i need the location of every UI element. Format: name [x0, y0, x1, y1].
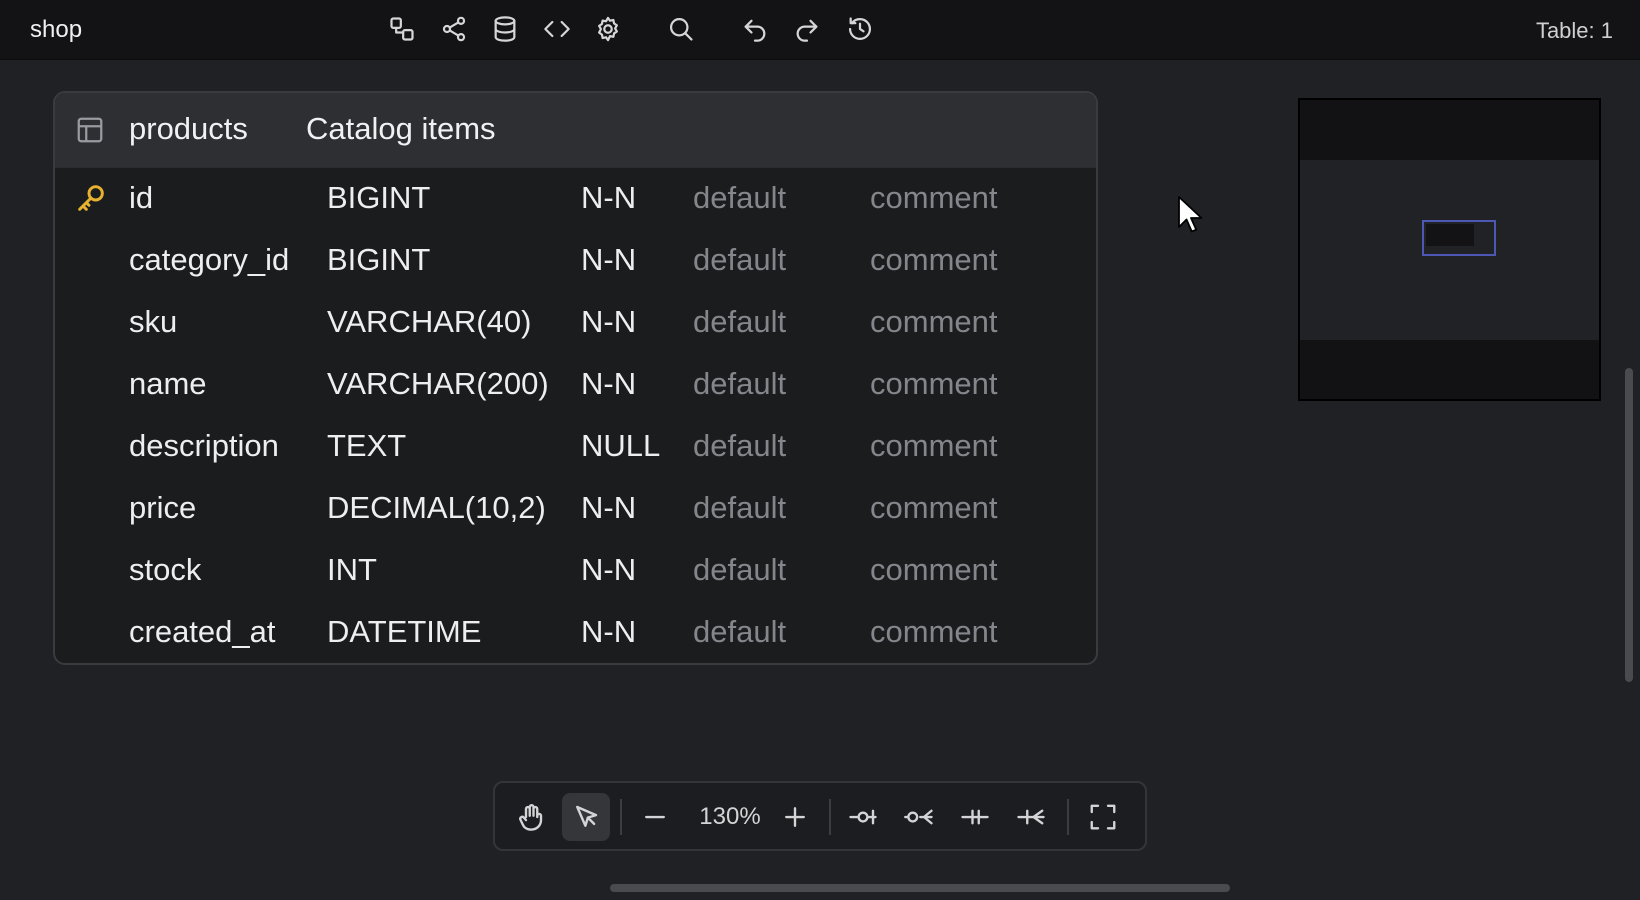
column-name[interactable]: description: [129, 428, 279, 464]
table-comment[interactable]: Catalog items: [306, 111, 496, 147]
column-comment[interactable]: comment: [870, 490, 997, 526]
canvas-toolbar: 130%: [493, 781, 1147, 851]
column-comment[interactable]: comment: [870, 366, 997, 402]
column-type[interactable]: DECIMAL(10,2): [327, 490, 546, 526]
settings-icon[interactable]: [591, 12, 625, 46]
column-default[interactable]: default: [693, 304, 786, 340]
hand-icon: [519, 803, 543, 831]
column-type[interactable]: TEXT: [327, 428, 406, 464]
relation-one-or-zero-button[interactable]: [839, 793, 887, 841]
column-default[interactable]: default: [693, 614, 786, 650]
column-default[interactable]: default: [693, 366, 786, 402]
pointer-icon: [576, 805, 598, 827]
code-icon[interactable]: [540, 12, 574, 46]
table-header[interactable]: products Catalog items: [55, 93, 1096, 168]
minimap-viewport[interactable]: [1422, 220, 1496, 256]
column-name[interactable]: price: [129, 490, 196, 526]
column-name[interactable]: category_id: [129, 242, 289, 278]
table-row[interactable]: category_id BIGINT N-N default comment: [55, 229, 1096, 291]
column-default[interactable]: default: [693, 552, 786, 588]
toolbar-divider: [1067, 799, 1069, 835]
table-row[interactable]: price DECIMAL(10,2) N-N default comment: [55, 477, 1096, 539]
column-nullability[interactable]: N-N: [581, 180, 636, 216]
relation-zero-one-icon: [849, 809, 877, 825]
column-name[interactable]: id: [129, 180, 153, 216]
share-icon[interactable]: [437, 12, 471, 46]
column-type[interactable]: BIGINT: [327, 242, 430, 278]
column-nullability[interactable]: N-N: [581, 614, 636, 650]
database-icon[interactable]: [488, 12, 522, 46]
diagram-icon[interactable]: [385, 12, 419, 46]
zoom-level[interactable]: 130%: [695, 803, 765, 831]
column-comment[interactable]: comment: [870, 428, 997, 464]
column-type[interactable]: VARCHAR(40): [327, 304, 531, 340]
relation-one-one-icon: [961, 809, 989, 825]
column-comment[interactable]: comment: [870, 552, 997, 588]
primary-key-icon: [75, 182, 107, 214]
mouse-cursor-icon: [1176, 194, 1206, 236]
column-default[interactable]: default: [693, 490, 786, 526]
relation-one-many-icon: [1017, 809, 1045, 825]
vertical-scrollbar[interactable]: [1625, 368, 1633, 682]
column-name[interactable]: created_at: [129, 614, 276, 650]
table-name[interactable]: products: [129, 111, 248, 147]
table-row[interactable]: id BIGINT N-N default comment: [55, 167, 1096, 229]
horizontal-scrollbar[interactable]: [610, 884, 1230, 892]
table-row[interactable]: stock INT N-N default comment: [55, 539, 1096, 601]
column-comment[interactable]: comment: [870, 614, 997, 650]
table-row[interactable]: name VARCHAR(200) N-N default comment: [55, 353, 1096, 415]
column-nullability[interactable]: N-N: [581, 366, 636, 402]
table-count: Table: 1: [1535, 18, 1613, 43]
column-nullability[interactable]: N-N: [581, 304, 636, 340]
fullscreen-button[interactable]: [1079, 793, 1127, 841]
fullscreen-icon: [1090, 804, 1116, 830]
select-tool-button[interactable]: [562, 793, 610, 841]
column-default[interactable]: default: [693, 180, 786, 216]
column-name[interactable]: sku: [129, 304, 177, 340]
column-nullability[interactable]: NULL: [581, 428, 660, 464]
column-default[interactable]: default: [693, 242, 786, 278]
column-type[interactable]: DATETIME: [327, 614, 481, 650]
table-row[interactable]: sku VARCHAR(40) N-N default comment: [55, 291, 1096, 353]
table-card-products[interactable]: products Catalog items id BIGINT N-N def…: [53, 91, 1098, 665]
hand-tool-button[interactable]: [507, 793, 555, 841]
relation-zero-many-icon: [904, 809, 933, 825]
column-default[interactable]: default: [693, 428, 786, 464]
column-type[interactable]: BIGINT: [327, 180, 430, 216]
search-icon[interactable]: [664, 12, 698, 46]
column-name[interactable]: name: [129, 366, 207, 402]
zoom-in-button[interactable]: [771, 793, 819, 841]
table-row[interactable]: created_at DATETIME N-N default comment: [55, 601, 1096, 663]
toolbar-divider: [620, 799, 622, 835]
relation-one-one-button[interactable]: [951, 793, 999, 841]
app-title: shop: [30, 16, 83, 43]
relation-zero-many-button[interactable]: [895, 793, 943, 841]
plus-icon: [785, 807, 805, 827]
table-icon: [75, 115, 105, 145]
minus-icon: [645, 815, 665, 819]
zoom-out-button[interactable]: [631, 793, 679, 841]
relation-one-many-button[interactable]: [1007, 793, 1055, 841]
column-nullability[interactable]: N-N: [581, 490, 636, 526]
table-row[interactable]: description TEXT NULL default comment: [55, 415, 1096, 477]
column-comment[interactable]: comment: [870, 180, 997, 216]
undo-icon[interactable]: [738, 12, 772, 46]
redo-icon[interactable]: [790, 12, 824, 46]
toolbar-divider: [829, 799, 831, 835]
top-bar: shop Table: 1: [0, 0, 1640, 60]
column-comment[interactable]: comment: [870, 304, 997, 340]
column-nullability[interactable]: N-N: [581, 242, 636, 278]
minimap[interactable]: [1298, 98, 1601, 401]
column-name[interactable]: stock: [129, 552, 201, 588]
history-icon[interactable]: [843, 12, 877, 46]
column-nullability[interactable]: N-N: [581, 552, 636, 588]
column-type[interactable]: VARCHAR(200): [327, 366, 549, 402]
column-comment[interactable]: comment: [870, 242, 997, 278]
column-type[interactable]: INT: [327, 552, 377, 588]
